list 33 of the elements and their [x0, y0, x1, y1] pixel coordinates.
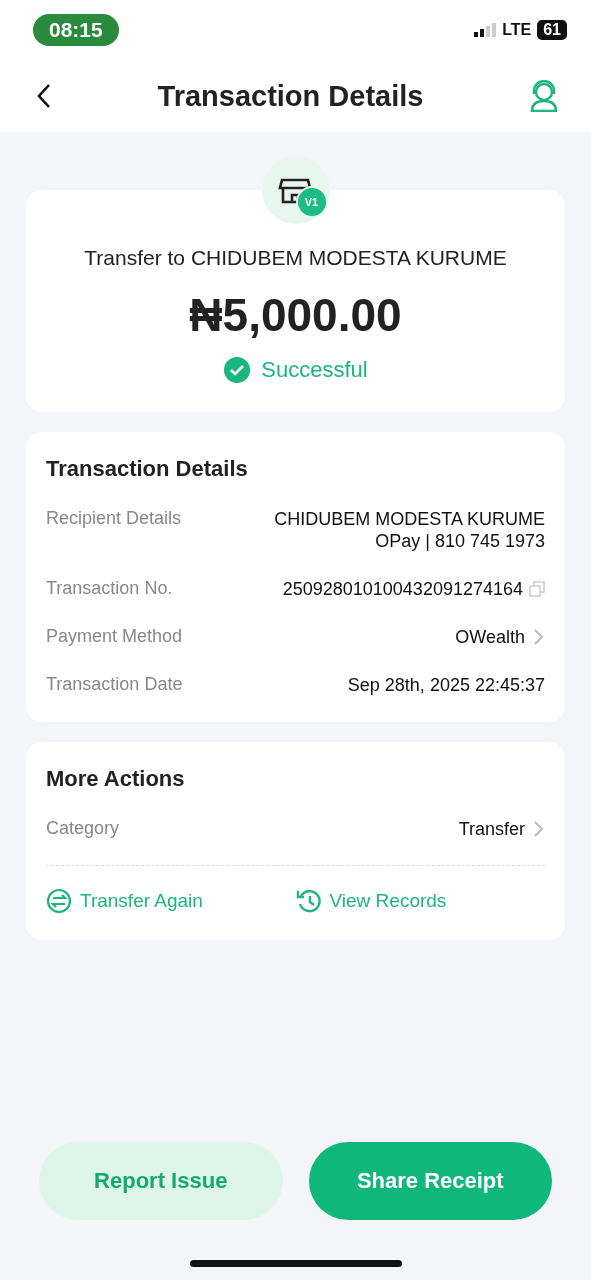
- chevron-icon[interactable]: [531, 819, 545, 839]
- category-value[interactable]: Transfer: [458, 818, 525, 840]
- home-indicator[interactable]: [189, 1260, 402, 1267]
- chevron-icon[interactable]: [531, 627, 545, 647]
- report-issue-button[interactable]: Report Issue: [39, 1142, 283, 1220]
- headset-icon[interactable]: [529, 80, 559, 112]
- status-time: 08:15: [33, 14, 119, 46]
- detail-label: Payment Method: [46, 626, 183, 647]
- category-label: Category: [46, 818, 120, 839]
- screen-title: Transaction Details: [157, 79, 424, 113]
- records-link[interactable]: View Records: [295, 888, 545, 914]
- detail-label: Transaction No.: [46, 578, 173, 599]
- swap-icon: [46, 888, 72, 914]
- share-receipt-button[interactable]: Share Receipt: [308, 1142, 552, 1220]
- detail-value: Sep 28th, 2025 22:45:37: [347, 674, 545, 696]
- amount: ₦5,000.00: [189, 288, 402, 342]
- section-title: Transaction Details: [46, 456, 249, 482]
- transfer-title: Transfer to CHIDUBEM MODESTA KURUME: [84, 246, 507, 270]
- section-title: More Actions: [46, 766, 186, 792]
- copy-icon[interactable]: [529, 581, 545, 597]
- detail-value[interactable]: OWealth: [455, 626, 525, 648]
- detail-value: CHIDUBEM MODESTA KURUME OPay | 810 745 1973: [274, 508, 545, 552]
- history-icon: [295, 888, 322, 914]
- transfer-again-link[interactable]: Transfer Again: [46, 888, 296, 914]
- network-label: LTE: [502, 21, 532, 39]
- check-circle-icon: [223, 356, 252, 384]
- detail-label: Recipient Details: [46, 508, 182, 529]
- back-icon[interactable]: [36, 83, 52, 109]
- battery-level: 61: [537, 20, 567, 40]
- detail-value: 250928010100432091274164: [282, 578, 523, 600]
- status-text: Successful: [261, 357, 368, 383]
- detail-label: Transaction Date: [46, 674, 183, 695]
- signal-icon: [474, 23, 497, 37]
